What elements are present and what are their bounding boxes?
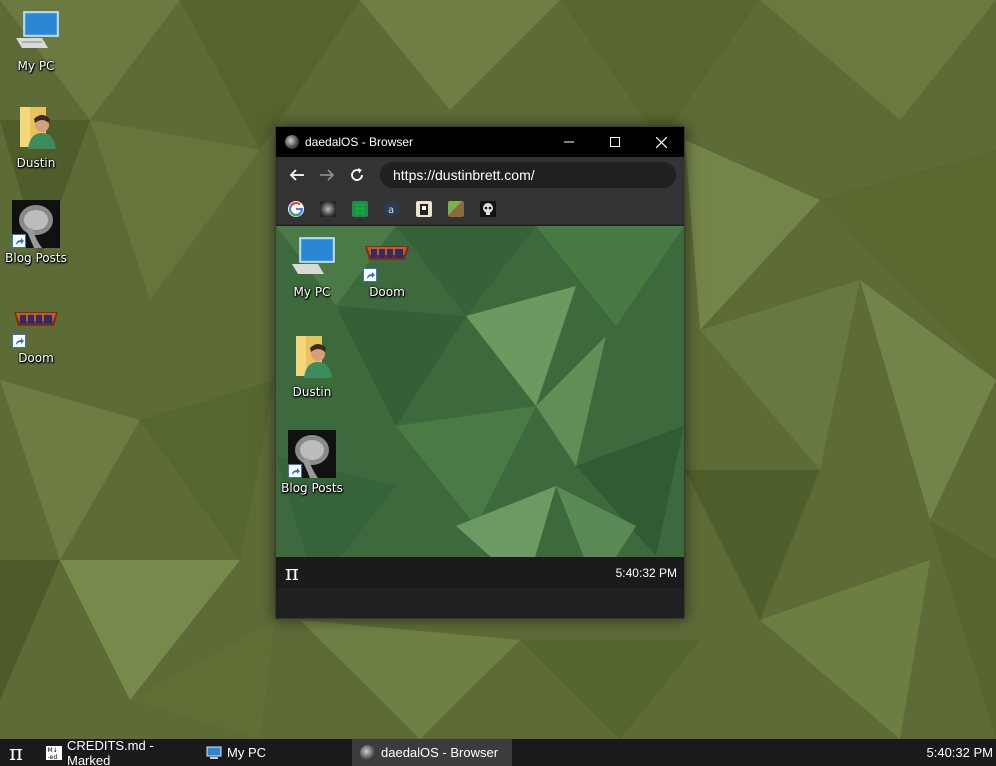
blog-posts-icon (288, 430, 336, 478)
inner-clock[interactable]: 5:40:32 PM (616, 566, 677, 580)
arrow-left-icon (289, 169, 304, 181)
desktop-icon-label: Doom (369, 285, 405, 299)
taskbar-item-label: My PC (227, 745, 266, 760)
desktop-icon-dustin[interactable]: Dustin (0, 105, 72, 170)
inner-icon-doom[interactable]: Doom (351, 234, 423, 299)
maximize-icon (610, 137, 620, 147)
blog-posts-icon (12, 200, 60, 248)
desktop-icon-label: My PC (293, 285, 331, 299)
reload-button[interactable] (342, 160, 372, 190)
inner-start-button[interactable]: π (285, 561, 299, 585)
svg-text:a: a (388, 205, 394, 216)
desktop-icon-doom[interactable]: Doom (0, 300, 72, 365)
arrow-right-icon (320, 169, 335, 181)
minimize-button[interactable] (546, 127, 592, 157)
desktop-icon-blog-posts[interactable]: Blog Posts (0, 200, 72, 265)
close-button[interactable] (638, 127, 684, 157)
shortcut-arrow-icon (12, 234, 26, 248)
inner-icon-my-pc[interactable]: My PC (276, 234, 348, 299)
google-icon[interactable] (288, 200, 304, 217)
svg-text:-ed: -ed (48, 754, 58, 761)
spreadsheet-icon[interactable] (352, 200, 368, 217)
minimize-icon (564, 141, 574, 143)
window-title: daedalOS - Browser (305, 135, 414, 149)
browser-viewport[interactable]: My PC Doom Dustin Blog Posts π 5:40:32 P… (276, 226, 684, 588)
daedalos-app-icon (285, 135, 299, 149)
inner-icon-blog-posts[interactable]: Blog Posts (276, 430, 348, 495)
doom-icon (363, 234, 411, 282)
inner-icon-dustin[interactable]: Dustin (276, 334, 348, 399)
archive-icon[interactable]: a (384, 200, 400, 217)
taskbar-clock[interactable]: 5:40:32 PM (927, 745, 994, 760)
desktop-icon-my-pc[interactable]: My PC (0, 8, 72, 73)
doom-icon (12, 300, 60, 348)
blog-posts-icon[interactable] (320, 200, 336, 217)
game-icon[interactable] (416, 200, 432, 217)
skull-icon[interactable] (480, 200, 496, 217)
taskbar-item-label: CREDITS.md - Marked (67, 737, 154, 766)
taskbar-item-credits[interactable]: M↓ -ed CREDITS.md - Marked (38, 737, 198, 766)
window-titlebar[interactable]: daedalOS - Browser (276, 127, 684, 157)
desktop-icon-label: Dustin (292, 385, 332, 399)
browser-window[interactable]: daedalOS - Browser https://dustinbrett.c… (275, 126, 685, 619)
desktop-icon-label: Dustin (16, 156, 56, 170)
shortcut-arrow-icon (363, 268, 377, 282)
desktop-icon-label: Blog Posts (5, 251, 67, 265)
taskbar: π M↓ -ed CREDITS.md - Marked My PC daedal… (0, 737, 996, 766)
browser-navbar: https://dustinbrett.com/ (276, 157, 684, 193)
start-button[interactable]: π (0, 739, 32, 766)
desktop-icon-label: Blog Posts (281, 481, 343, 495)
computer-icon (206, 745, 222, 761)
desktop-icon-label: My PC (17, 59, 55, 73)
markdown-icon: M↓ -ed (46, 745, 62, 761)
inner-taskbar: π 5:40:32 PM (276, 557, 684, 588)
desktop-icon-label: Doom (18, 351, 54, 365)
forward-button[interactable] (312, 160, 342, 190)
shortcut-arrow-icon (12, 334, 26, 348)
daedalos-app-icon (360, 744, 376, 761)
taskbar-item-my-pc[interactable]: My PC (198, 739, 352, 766)
taskbar-item-browser[interactable]: daedalOS - Browser (352, 739, 512, 766)
user-folder-icon (12, 105, 60, 153)
bookmarks-bar: a (276, 193, 684, 225)
address-bar[interactable]: https://dustinbrett.com/ (380, 162, 676, 188)
user-folder-icon (288, 334, 336, 382)
svg-text:M↓: M↓ (48, 747, 58, 754)
reload-icon (351, 168, 363, 181)
maximize-button[interactable] (592, 127, 638, 157)
computer-icon (288, 234, 336, 282)
taskbar-item-label: daedalOS - Browser (381, 745, 499, 760)
computer-icon (12, 8, 60, 56)
minecraft-icon[interactable] (448, 200, 464, 217)
back-button[interactable] (282, 160, 312, 190)
close-icon (655, 136, 667, 148)
shortcut-arrow-icon (288, 464, 302, 478)
